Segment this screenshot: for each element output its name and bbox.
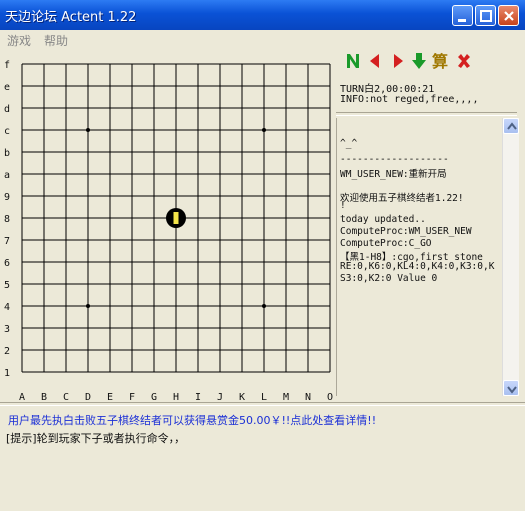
compute-icon[interactable]: 算	[432, 52, 450, 70]
svg-text:算: 算	[432, 52, 448, 70]
minimize-icon	[458, 19, 466, 22]
info-status: INFO:not reged,free,,,,	[340, 94, 479, 105]
log-line: ^_^	[340, 138, 358, 149]
log-scrollbar[interactable]	[502, 118, 519, 396]
column-label: C	[63, 392, 69, 402]
down-arrow-icon[interactable]	[410, 52, 428, 70]
hint-text: [提示]轮到玩家下子或者执行命令，，	[6, 432, 186, 445]
close-icon	[504, 11, 514, 21]
reward-promo-link[interactable]: 用户最先执白击败五子棋终结者可以获得悬赏金50.00￥!!点此处查看详情!!	[8, 412, 376, 428]
scroll-up-icon	[507, 122, 517, 130]
minimize-button[interactable]	[452, 5, 473, 26]
log-line: RE:0,K6:0,KL4:0,K4:0,K3:0,K	[340, 261, 495, 272]
log-line: WM_USER_NEW:重新开局	[340, 169, 447, 180]
bottom-divider	[0, 402, 525, 406]
menu-help[interactable]: 帮助	[44, 32, 68, 49]
row-label: 1	[4, 368, 10, 379]
row-label: 8	[4, 214, 10, 225]
maximize-button[interactable]	[475, 5, 496, 26]
close-button[interactable]	[498, 5, 519, 26]
column-label: F	[129, 392, 135, 402]
row-label: 7	[4, 236, 10, 247]
back-arrow-icon[interactable]	[366, 52, 384, 70]
row-label: 2	[4, 346, 10, 357]
menu-game[interactable]: 游戏	[7, 32, 31, 49]
column-label: N	[305, 392, 311, 402]
column-label: M	[283, 392, 289, 402]
log-line: 欢迎使用五子棋终结者1.22!	[340, 193, 464, 204]
column-label: H	[173, 392, 179, 402]
column-label: B	[41, 392, 47, 402]
exit-x-icon[interactable]	[455, 52, 473, 70]
new-game-icon[interactable]	[344, 52, 362, 70]
log-line: ComputeProc:WM_USER_NEW	[340, 226, 472, 237]
log-line: !	[340, 200, 346, 211]
row-label: c	[4, 126, 10, 137]
row-label: 9	[4, 192, 10, 203]
row-label: 6	[4, 258, 10, 269]
column-label: G	[151, 392, 157, 402]
log-line: ComputeProc:C_GO	[340, 238, 432, 249]
row-label: 5	[4, 280, 10, 291]
log-line: -------------------	[340, 154, 449, 165]
turn-timer: TURN白2,00:00:21	[340, 84, 435, 95]
scroll-up-button[interactable]	[503, 118, 519, 134]
row-label: a	[4, 170, 10, 181]
column-label: K	[239, 392, 245, 402]
scroll-down-icon	[507, 386, 517, 394]
forward-arrow-icon[interactable]	[389, 52, 407, 70]
gomoku-board[interactable]: fedcba 9 8 7 6 5 4 3 2 1 A B C D E F G H I J K L M N O	[0, 50, 338, 402]
menu-bar: 游戏 帮助	[0, 30, 525, 50]
row-label: e	[4, 82, 10, 93]
star-point	[86, 128, 90, 132]
star-point	[262, 304, 266, 308]
row-label: d	[4, 104, 10, 115]
row-label: b	[4, 148, 10, 159]
column-label: L	[261, 392, 267, 402]
star-point	[262, 128, 266, 132]
message-log[interactable]: ^_^ ------------------- WM_USER_NEW:重新开局…	[336, 118, 519, 396]
row-label: 4	[4, 302, 10, 313]
title-bar[interactable]: 天边论坛 Actent 1.22	[0, 0, 525, 30]
maximize-icon	[480, 10, 492, 22]
log-line: S3:0,K2:0 Value 0	[340, 273, 438, 284]
column-label: O	[327, 392, 333, 402]
row-label: f	[4, 60, 10, 71]
row-label: 3	[4, 324, 10, 335]
column-label: D	[85, 392, 91, 402]
panel-divider	[336, 112, 517, 116]
column-label: I	[195, 392, 201, 402]
column-label: E	[107, 392, 113, 402]
last-move-marker	[173, 212, 179, 224]
log-line: today updated..	[340, 214, 426, 225]
column-label: A	[19, 392, 25, 402]
app-window: 天边论坛 Actent 1.22 游戏 帮助 fedcba 9 8 7 6 5 4 3 2 1 A B…	[0, 0, 525, 511]
window-title: 天边论坛 Actent 1.22	[5, 10, 137, 25]
star-point	[86, 304, 90, 308]
column-label: J	[217, 392, 223, 402]
scroll-down-button[interactable]	[503, 380, 519, 396]
